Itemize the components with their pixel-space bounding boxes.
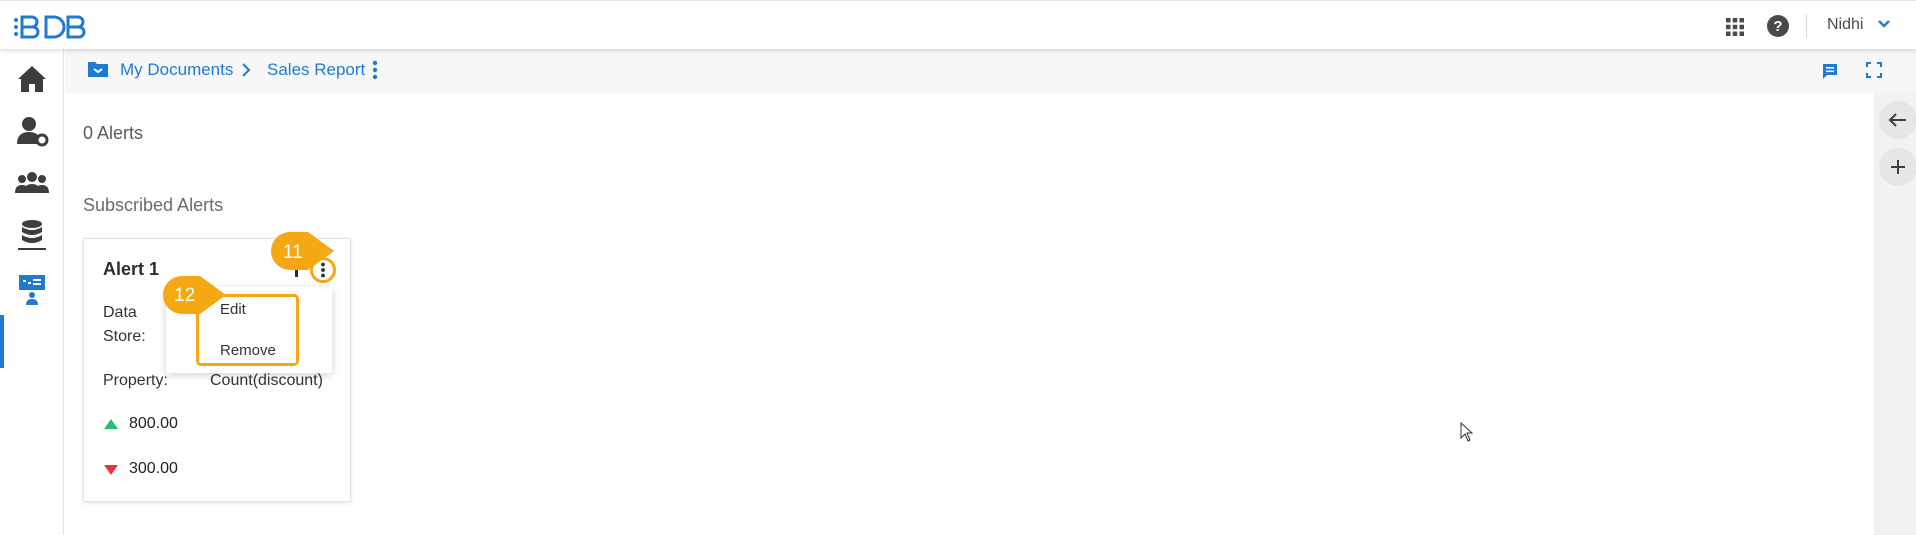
mouse-cursor-icon [1460, 422, 1474, 442]
chevron-down-icon[interactable] [1877, 19, 1891, 29]
alert-card-title: Alert 1 [103, 259, 160, 279]
data-store-label: Data [103, 304, 137, 321]
breadcrumb-sales-report[interactable]: Sales Report [267, 60, 365, 80]
property-label: Property: [103, 372, 168, 389]
step-callout-11-label: 11 [283, 242, 303, 263]
sidebar-active-indicator [0, 315, 4, 368]
help-icon[interactable]: ? [1766, 14, 1790, 38]
step-callout-12-label: 12 [174, 285, 196, 306]
arrow-left-icon [1888, 113, 1906, 127]
users-group-icon[interactable] [14, 165, 50, 201]
user-gear-icon[interactable] [14, 113, 50, 149]
header-divider [1806, 14, 1807, 38]
user-name[interactable]: Nidhi [1827, 16, 1863, 34]
step-callout-11 [271, 232, 334, 270]
property-value: Count(discount) [210, 372, 323, 389]
home-icon[interactable] [14, 61, 50, 97]
arrow-up-icon [104, 419, 118, 429]
chevron-right-icon [242, 63, 251, 77]
collapse-button[interactable] [1879, 101, 1916, 139]
database-icon[interactable] [14, 217, 50, 253]
apps-grid-icon[interactable] [1725, 17, 1745, 37]
lower-threshold-value: 300.00 [129, 460, 178, 477]
top-bar: ? Nidhi [0, 0, 1916, 49]
add-button[interactable] [1879, 148, 1916, 186]
bdb-logo[interactable] [12, 12, 92, 42]
plus-icon [1891, 160, 1905, 174]
fullscreen-icon[interactable] [1866, 62, 1882, 78]
presentation-user-icon[interactable] [14, 273, 50, 309]
more-vert-icon[interactable] [371, 59, 379, 81]
svg-text:?: ? [1773, 18, 1782, 35]
upper-threshold-value: 800.00 [129, 415, 178, 432]
arrow-down-icon [104, 465, 118, 475]
data-store-label-2: Store: [103, 328, 146, 345]
left-sidebar [0, 49, 64, 535]
comment-icon[interactable] [1821, 62, 1839, 80]
folder-icon [88, 62, 108, 77]
alerts-count: 0 Alerts [83, 123, 144, 143]
breadcrumb-my-documents[interactable]: My Documents [120, 60, 233, 80]
section-title: Subscribed Alerts [83, 195, 224, 215]
breadcrumb: My Documents Sales Report [65, 49, 1916, 93]
